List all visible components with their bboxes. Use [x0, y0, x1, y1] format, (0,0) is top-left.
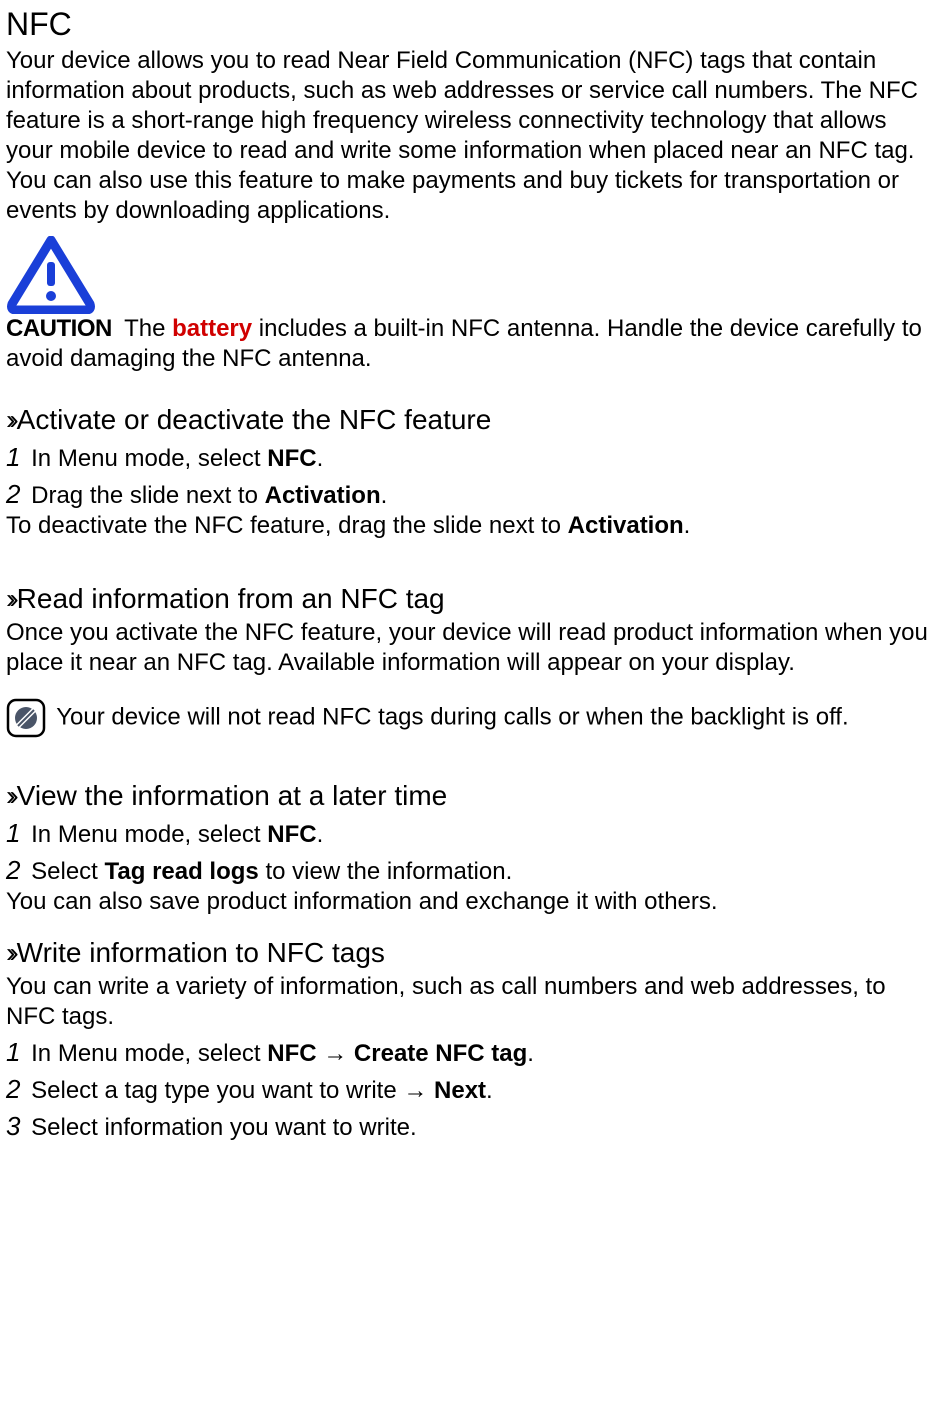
- step-number: 2: [6, 479, 20, 509]
- chevron-icon: ››: [6, 780, 13, 811]
- step-3: 3 Select information you want to write.: [6, 1110, 932, 1143]
- view-footer: You can also save product information an…: [6, 887, 932, 917]
- section-heading-write: ››Write information to NFC tags: [6, 935, 932, 970]
- section-heading-activate: ››Activate or deactivate the NFC feature: [6, 402, 932, 437]
- caution-block: CAUTION The battery includes a built-in …: [6, 236, 932, 374]
- caution-icon: [6, 236, 932, 314]
- section-heading-view: ››View the information at a later time: [6, 778, 932, 813]
- caution-label: CAUTION: [6, 315, 112, 342]
- step-number: 2: [6, 855, 20, 885]
- read-body: Once you activate the NFC feature, your …: [6, 618, 932, 678]
- heading-text: Read information from an NFC tag: [17, 583, 445, 614]
- step-text-a: Select: [24, 858, 104, 885]
- step-number: 1: [6, 818, 20, 848]
- step-number: 1: [6, 1037, 20, 1067]
- step-text-c: .: [486, 1077, 493, 1104]
- write-body: You can write a variety of information, …: [6, 972, 932, 1032]
- step-text-a: Select information you want to write.: [24, 1114, 416, 1141]
- step-number: 3: [6, 1111, 20, 1141]
- step-number: 1: [6, 442, 20, 472]
- note-text: Your device will not read NFC tags durin…: [50, 703, 849, 730]
- page-title: NFC: [6, 4, 932, 44]
- step-text-a: Select a tag type you want to write →: [24, 1077, 434, 1104]
- chevron-icon: ››: [6, 583, 13, 614]
- step-text-a: In Menu mode, select: [24, 821, 267, 848]
- section-heading-read: ››Read information from an NFC tag: [6, 581, 932, 616]
- caution-highlight: battery: [172, 315, 252, 342]
- step-text-c: to view the information.: [259, 858, 512, 885]
- step-text-b: Activation: [265, 482, 381, 509]
- note-block: Your device will not read NFC tags durin…: [6, 698, 932, 738]
- step-text-a: In Menu mode, select: [24, 445, 267, 472]
- step-text-b: NFC: [267, 821, 316, 848]
- caution-pre: The: [118, 315, 172, 342]
- deactivate-text: To deactivate the NFC feature, drag the …: [6, 511, 932, 541]
- step-text-b: Next: [434, 1077, 486, 1104]
- step-1: 1 In Menu mode, select NFC → Create NFC …: [6, 1036, 932, 1069]
- step-text-c: .: [317, 821, 324, 848]
- deact-b: Activation: [568, 512, 684, 539]
- caution-text: CAUTION The battery includes a built-in …: [6, 314, 932, 374]
- step-2: 2 Select a tag type you want to write → …: [6, 1073, 932, 1106]
- chevron-icon: ››: [6, 404, 13, 435]
- deact-c: .: [684, 512, 691, 539]
- step-1: 1 In Menu mode, select NFC.: [6, 817, 932, 850]
- intro-paragraph: Your device allows you to read Near Fiel…: [6, 46, 932, 226]
- step-text-c: .: [317, 445, 324, 472]
- chevron-icon: ››: [6, 937, 13, 968]
- heading-text: Write information to NFC tags: [17, 937, 385, 968]
- heading-text: View the information at a later time: [17, 780, 448, 811]
- note-icon: [6, 698, 46, 738]
- step-text-a: In Menu mode, select: [24, 1040, 267, 1067]
- step-2: 2 Select Tag read logs to view the infor…: [6, 854, 932, 887]
- step-text-a: Drag the slide next to: [24, 482, 264, 509]
- step-text-c: .: [527, 1040, 534, 1067]
- deact-a: To deactivate the NFC feature, drag the …: [6, 512, 568, 539]
- step-text-c: .: [381, 482, 388, 509]
- step-1: 1 In Menu mode, select NFC.: [6, 441, 932, 474]
- step-number: 2: [6, 1074, 20, 1104]
- step-text-b: NFC: [267, 445, 316, 472]
- step-text-b: Tag read logs: [105, 858, 259, 885]
- heading-text: Activate or deactivate the NFC feature: [17, 404, 492, 435]
- step-text-b: NFC → Create NFC tag: [267, 1040, 527, 1067]
- step-2: 2 Drag the slide next to Activation.: [6, 478, 932, 511]
